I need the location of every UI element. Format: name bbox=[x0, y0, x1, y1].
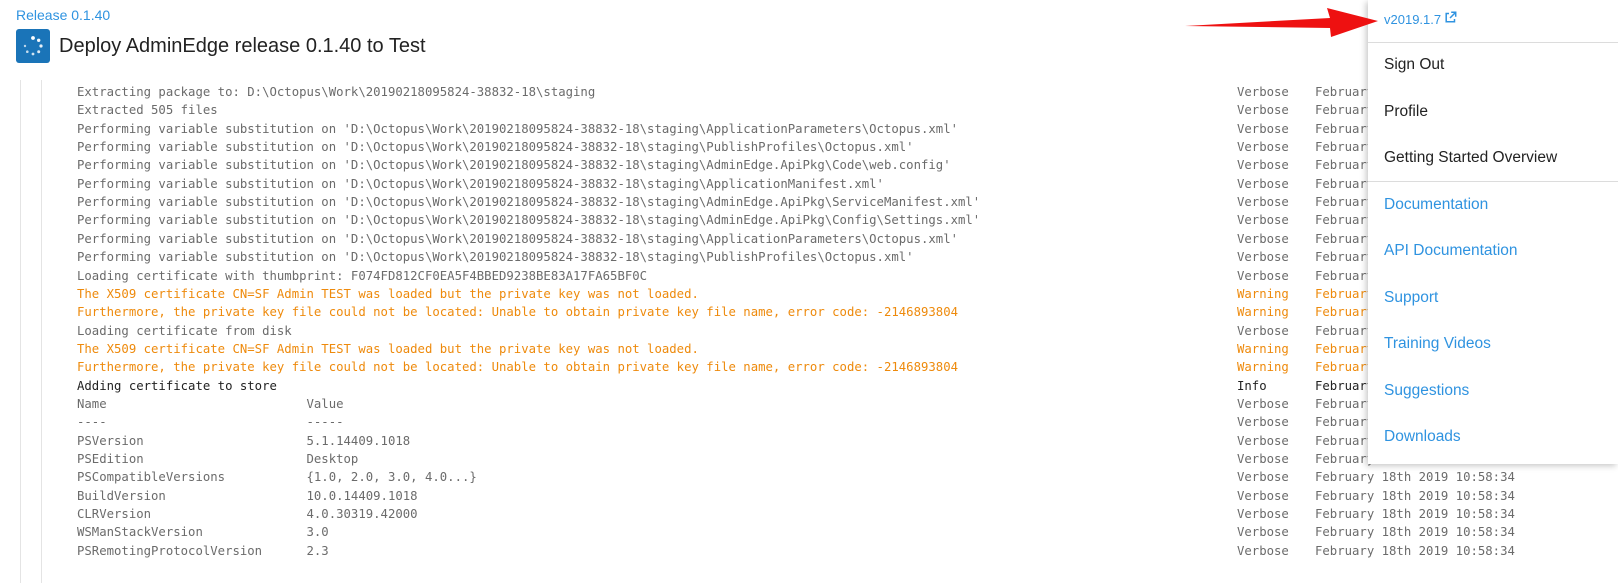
page-header: Deploy AdminEdge release 0.1.40 to Test bbox=[16, 29, 426, 63]
log-level: Verbose bbox=[1237, 85, 1289, 99]
log-level: Verbose bbox=[1237, 213, 1289, 228]
log-message: ---- ----- bbox=[77, 415, 344, 430]
log-message: Extracting package to: D:\Octopus\Work\2… bbox=[77, 85, 596, 99]
log-line: CLRVersion 4.0.30319.42000 Verbose Februar… bbox=[77, 505, 1618, 523]
log-level: Info bbox=[1237, 378, 1267, 393]
log-line: PSCompatibleVersions {1.0, 2.0, 3.0, 4.0… bbox=[77, 468, 1618, 486]
log-level: Verbose bbox=[1237, 140, 1289, 155]
log-level: Verbose bbox=[1237, 507, 1289, 522]
log-message: Loading certificate with thumbprint: F07… bbox=[77, 268, 648, 283]
log-message: Furthermore, the private key file could … bbox=[77, 360, 958, 375]
log-message: Performing variable substitution on 'D:\… bbox=[77, 231, 958, 246]
log-level: Verbose bbox=[1237, 470, 1289, 485]
log-timestamp: February 18th 2019 10:58:34 bbox=[1315, 525, 1515, 540]
log-timestamp: February 18th 2019 10:58:34 bbox=[1315, 507, 1515, 522]
log-message: The X509 certificate CN=SF Admin TEST wa… bbox=[77, 286, 699, 301]
menu-item-support[interactable]: Support bbox=[1384, 286, 1438, 310]
menu-item-documentation[interactable]: Documentation bbox=[1384, 193, 1488, 217]
log-level: Verbose bbox=[1237, 231, 1289, 246]
menu-divider bbox=[1368, 181, 1618, 182]
log-level: Verbose bbox=[1237, 488, 1289, 503]
annotation-arrow bbox=[1185, 8, 1378, 37]
log-line: PSRemotingProtocolVersion 2.3 Verbose Febr… bbox=[77, 542, 1618, 560]
log-level: Warning bbox=[1237, 305, 1289, 320]
log-level: Verbose bbox=[1237, 452, 1289, 466]
log-level: Verbose bbox=[1237, 433, 1289, 448]
log-message: Performing variable substitution on 'D:\… bbox=[77, 250, 914, 265]
log-message: Performing variable substitution on 'D:\… bbox=[77, 195, 981, 210]
version-link[interactable]: v2019.1.7 bbox=[1384, 11, 1457, 27]
log-message: Performing variable substitution on 'D:\… bbox=[77, 158, 951, 173]
log-level: Verbose bbox=[1237, 396, 1289, 411]
menu-item-sign-out[interactable]: Sign Out bbox=[1384, 53, 1444, 77]
log-level: Verbose bbox=[1237, 103, 1289, 118]
log-message: Furthermore, the private key file could … bbox=[77, 305, 958, 320]
log-message: The X509 certificate CN=SF Admin TEST wa… bbox=[77, 341, 699, 356]
loading-spinner-icon bbox=[16, 29, 50, 63]
log-message: Performing variable substitution on 'D:\… bbox=[77, 176, 884, 191]
user-dropdown-menu: v2019.1.7 Sign Out Profile Getting Start… bbox=[1368, 0, 1618, 464]
external-link-icon bbox=[1444, 11, 1457, 27]
breadcrumb-release[interactable]: Release 0.1.40 bbox=[16, 7, 110, 23]
log-level: Verbose bbox=[1237, 158, 1289, 173]
menu-item-getting-started-overview[interactable]: Getting Started Overview bbox=[1384, 146, 1557, 170]
menu-divider bbox=[1368, 42, 1618, 43]
log-message: Loading certificate from disk bbox=[77, 323, 292, 338]
log-level: Verbose bbox=[1237, 415, 1289, 430]
log-message: PSVersion 5.1.14409.1018 bbox=[77, 433, 411, 448]
log-level: Warning bbox=[1237, 360, 1289, 375]
log-timestamp: February 18th 2019 10:58:34 bbox=[1315, 543, 1515, 558]
log-message: Adding certificate to store bbox=[77, 378, 277, 393]
log-level: Verbose bbox=[1237, 250, 1289, 265]
log-level: Verbose bbox=[1237, 323, 1289, 338]
log-message: PSCompatibleVersions {1.0, 2.0, 3.0, 4.0… bbox=[77, 470, 477, 485]
log-level: Warning bbox=[1237, 341, 1289, 356]
menu-item-suggestions[interactable]: Suggestions bbox=[1384, 379, 1469, 403]
menu-item-profile[interactable]: Profile bbox=[1384, 100, 1428, 124]
log-message: PSRemotingProtocolVersion 2.3 bbox=[77, 543, 329, 558]
log-message: CLRVersion 4.0.30319.42000 bbox=[77, 507, 418, 522]
log-message: Performing variable substitution on 'D:\… bbox=[77, 213, 981, 228]
log-level: Warning bbox=[1237, 286, 1289, 301]
log-level: Verbose bbox=[1237, 268, 1289, 283]
log-level: Verbose bbox=[1237, 525, 1289, 540]
log-message: Extracted 505 files bbox=[77, 103, 218, 118]
log-line: WSManStackVersion 3.0 Verbose February 18t… bbox=[77, 523, 1618, 541]
log-line: BuildVersion 10.0.14409.1018 Verbose Febru… bbox=[77, 487, 1618, 505]
log-level: Verbose bbox=[1237, 543, 1289, 558]
log-level: Verbose bbox=[1237, 176, 1289, 191]
log-timestamp: February 18th 2019 10:58:34 bbox=[1315, 470, 1515, 485]
menu-item-downloads[interactable]: Downloads bbox=[1384, 425, 1461, 449]
log-message: Performing variable substitution on 'D:\… bbox=[77, 121, 958, 136]
log-level: Verbose bbox=[1237, 121, 1289, 136]
log-message: WSManStackVersion 3.0 bbox=[77, 525, 329, 540]
log-level: Verbose bbox=[1237, 195, 1289, 210]
log-timestamp: February 18th 2019 10:58:34 bbox=[1315, 488, 1515, 503]
log-message: Performing variable substitution on 'D:\… bbox=[77, 140, 914, 155]
log-message: Name Value bbox=[77, 396, 344, 411]
menu-item-training-videos[interactable]: Training Videos bbox=[1384, 332, 1491, 356]
version-label: v2019.1.7 bbox=[1384, 11, 1442, 27]
log-message: PSEdition Desktop bbox=[77, 452, 359, 466]
log-message: BuildVersion 10.0.14409.1018 bbox=[77, 488, 418, 503]
page-title: Deploy AdminEdge release 0.1.40 to Test bbox=[59, 34, 426, 57]
menu-item-api-documentation[interactable]: API Documentation bbox=[1384, 239, 1518, 263]
